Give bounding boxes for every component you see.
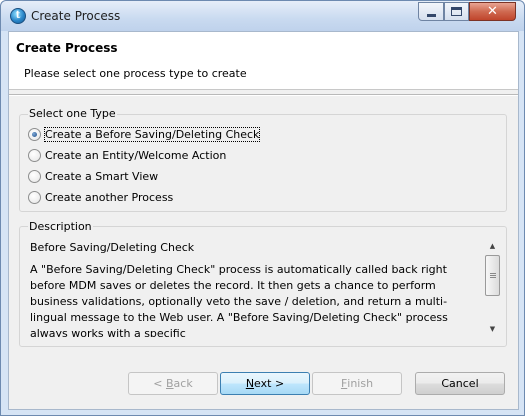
radio-label: Create a Smart View: [45, 169, 159, 183]
description-text-area[interactable]: Before Saving/Deleting Check A "Before S…: [26, 237, 501, 337]
wizard-header: Create Process Please select one process…: [9, 32, 518, 90]
back-button[interactable]: < Back: [128, 372, 218, 395]
scroll-thumb[interactable]: [485, 255, 500, 296]
radio-another-process[interactable]: Create another Process: [28, 189, 173, 205]
next-button-rest: ext >: [254, 377, 285, 390]
description-scrollbar[interactable]: ▲ ▼: [484, 237, 501, 337]
back-button-rest: ack: [173, 377, 193, 390]
radio-button[interactable]: [28, 148, 41, 162]
back-button-mnemonic: B: [166, 377, 174, 390]
window-title: Create Process: [31, 9, 121, 23]
page-subtitle: Please select one process type to create: [24, 67, 247, 80]
next-button[interactable]: Next >: [220, 372, 310, 395]
dialog-body: Create Process Please select one process…: [8, 31, 519, 410]
cancel-button[interactable]: Cancel: [415, 372, 505, 395]
grip-line: [490, 277, 496, 278]
radio-label: Create a Before Saving/Deleting Check: [43, 126, 261, 142]
radio-button[interactable]: [28, 190, 41, 204]
next-button-mnemonic: N: [245, 377, 255, 390]
description-body: A "Before Saving/Deleting Check" process…: [30, 263, 448, 337]
title-bar[interactable]: t Create Process ✕: [1, 1, 524, 31]
radio-entity-welcome-action[interactable]: Create an Entity/Welcome Action: [28, 147, 226, 163]
close-button[interactable]: ✕: [469, 2, 516, 21]
radio-label: Create another Process: [45, 190, 174, 204]
grip-line: [490, 273, 496, 274]
cancel-button-label: Cancel: [441, 377, 479, 390]
close-icon: ✕: [487, 4, 498, 19]
create-process-window: t Create Process ✕ Create Process Please…: [0, 0, 525, 416]
maximize-icon: [451, 7, 462, 16]
maximize-button[interactable]: [444, 2, 469, 21]
back-button-prefix: <: [153, 377, 163, 390]
minimize-button[interactable]: [418, 2, 444, 21]
talend-app-icon: t: [10, 8, 26, 24]
description-heading: Before Saving/Deleting Check: [30, 241, 195, 254]
radio-label: Create an Entity/Welcome Action: [45, 148, 227, 162]
radio-button-checked[interactable]: [28, 127, 41, 141]
minimize-icon: [426, 13, 436, 17]
finish-button-rest: inish: [347, 377, 374, 390]
description-text: Before Saving/Deleting Check A "Before S…: [30, 240, 482, 337]
scroll-up-arrow-icon[interactable]: ▲: [484, 237, 501, 254]
radio-smart-view[interactable]: Create a Smart View: [28, 168, 158, 184]
finish-button[interactable]: Finish: [312, 372, 402, 395]
scroll-down-arrow-icon[interactable]: ▼: [484, 320, 501, 337]
page-title: Create Process: [16, 41, 118, 55]
radio-before-saving-check[interactable]: Create a Before Saving/Deleting Check: [28, 126, 261, 142]
grip-line: [490, 275, 496, 276]
radio-button[interactable]: [28, 169, 41, 183]
header-separator: [9, 94, 518, 96]
type-group-legend: Select one Type: [28, 107, 117, 120]
description-group-legend: Description: [28, 220, 93, 233]
